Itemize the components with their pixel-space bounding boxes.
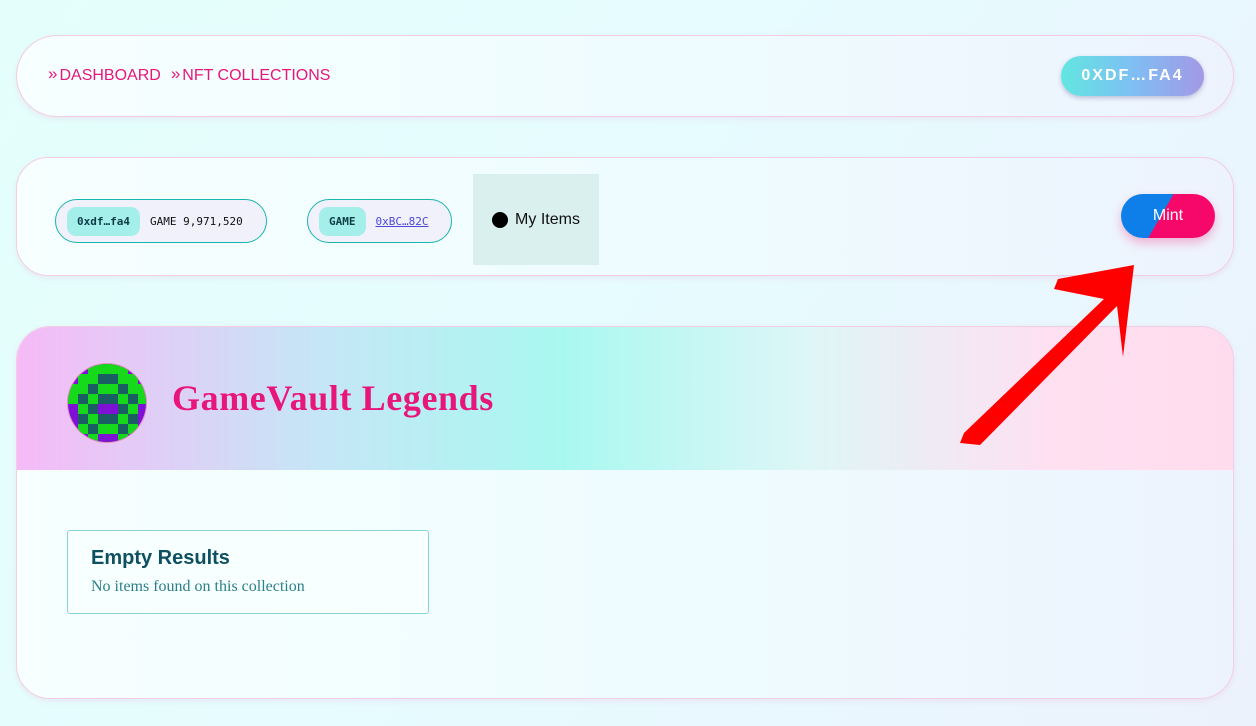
my-items-toggle[interactable]: My Items bbox=[473, 174, 599, 265]
breadcrumb-label: DASHBOARD bbox=[59, 67, 161, 84]
breadcrumb-label: NFT COLLECTIONS bbox=[182, 67, 331, 84]
token-symbol-tag: GAME bbox=[319, 206, 366, 236]
mint-button[interactable]: Mint bbox=[1121, 194, 1215, 238]
collection-title: GameVault Legends bbox=[172, 378, 494, 418]
wallet-address-button[interactable]: 0XDF…FA4 bbox=[1061, 56, 1204, 96]
top-nav-bar: » DASHBOARD » NFT COLLECTIONS 0XDF…FA4 bbox=[16, 35, 1234, 117]
collection-toolbar: 0xdf…fa4 GAME 9,971,520 GAME 0xBC…82C My… bbox=[16, 157, 1234, 276]
token-balance-value: GAME 9,971,520 bbox=[149, 214, 243, 228]
empty-results-message: No items found on this collection bbox=[91, 578, 305, 595]
empty-results-heading: Empty Results bbox=[91, 547, 230, 569]
breadcrumb: » DASHBOARD » NFT COLLECTIONS bbox=[48, 64, 331, 86]
collection-panel: GameVault Legends Empty Results No items… bbox=[16, 326, 1234, 699]
double-chevron-right-icon: » bbox=[48, 64, 58, 83]
collection-banner: GameVault Legends bbox=[17, 327, 1233, 470]
double-chevron-right-icon: » bbox=[170, 64, 181, 83]
pixel-avatar-icon bbox=[68, 364, 146, 442]
radio-dot-icon bbox=[492, 211, 509, 228]
breadcrumb-nft-collections-link[interactable]: » NFT COLLECTIONS bbox=[170, 64, 331, 86]
owner-address-tag: 0xdf…fa4 bbox=[67, 206, 140, 236]
owner-balance-chip: 0xdf…fa4 GAME 9,971,520 bbox=[55, 199, 267, 243]
token-contract-chip: GAME 0xBC…82C bbox=[307, 199, 452, 243]
collection-avatar bbox=[67, 363, 147, 443]
breadcrumb-dashboard-link[interactable]: » DASHBOARD bbox=[48, 64, 161, 86]
empty-results-card: Empty Results No items found on this col… bbox=[67, 530, 429, 614]
token-contract-link[interactable]: 0xBC…82C bbox=[376, 215, 429, 228]
my-items-label: My Items bbox=[515, 210, 580, 228]
